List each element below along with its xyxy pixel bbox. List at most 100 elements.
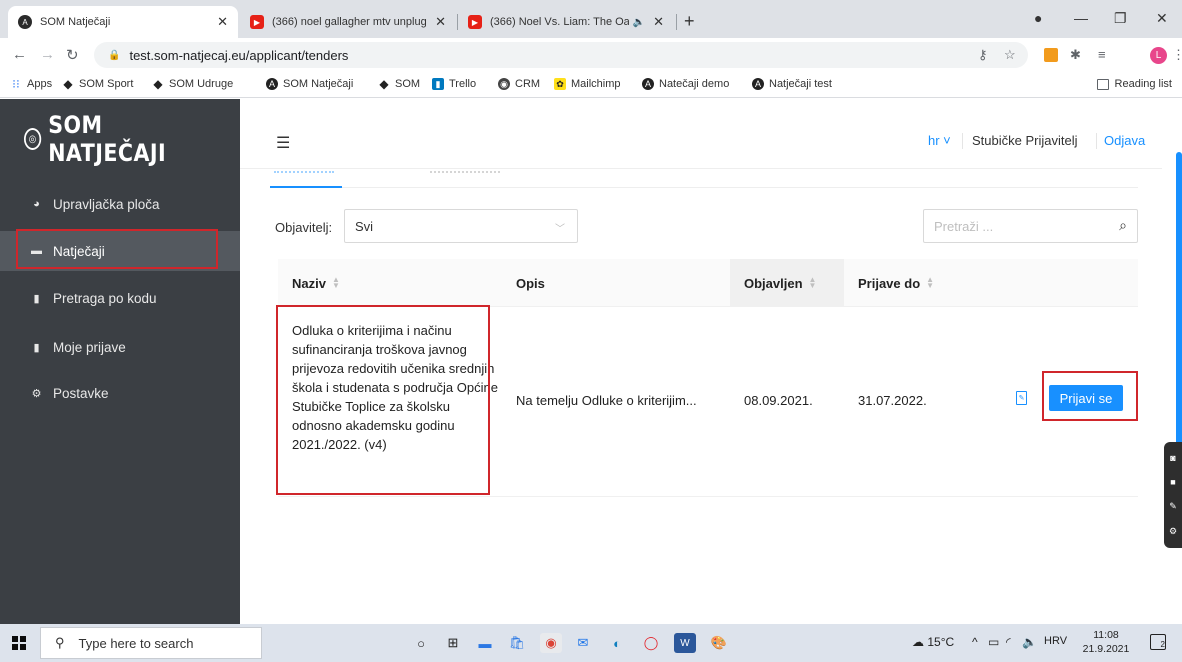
bookmark-natjecaji-test[interactable]: A Natječaji test	[752, 78, 832, 90]
bookmark-som[interactable]: ◆ SOM	[378, 77, 420, 91]
column-header-naziv[interactable]: Naziv ▲ ▼	[292, 259, 340, 307]
browser-tab-youtube-2[interactable]: ▶ (366) Noel Vs. Liam: The Oasi 🔈 ✕	[458, 6, 674, 38]
file-icon: ▮	[33, 341, 40, 354]
store-icon[interactable]: 🛍	[506, 633, 528, 653]
windows-taskbar: ⚲ Type here to search ○ ⊞ ▬ 🛍 ◉ ✉ ◐ ◯ W …	[0, 624, 1182, 662]
tab-active-cropped[interactable]	[274, 171, 334, 174]
new-tab-icon[interactable]: +	[684, 11, 695, 32]
word-icon[interactable]: W	[674, 633, 696, 653]
column-header-prijave-do[interactable]: Prijave do ▲ ▼	[858, 259, 934, 307]
browser-tab-som-natjecaji[interactable]: A SOM Natječaji ✕	[8, 6, 238, 38]
url-field[interactable]: 🔒 test.som-natjecaj.eu/applicant/tenders	[94, 42, 1028, 68]
task-view-icon[interactable]: ⊞	[442, 633, 464, 653]
minimize-icon[interactable]: —	[1074, 10, 1088, 26]
taskbar-search-input[interactable]: ⚲ Type here to search	[40, 627, 262, 659]
tab-inactive-cropped[interactable]	[430, 171, 500, 174]
forward-icon[interactable]: →	[40, 46, 55, 63]
tab-title: (366) noel gallagher mtv unplugg	[272, 16, 428, 28]
edge-icon[interactable]: ◐	[606, 633, 628, 653]
clock-date: 21.9.2021	[1082, 643, 1130, 655]
bookmark-crm[interactable]: ◉ CRM	[498, 78, 540, 90]
sort-icon[interactable]: ▲ ▼	[809, 276, 817, 290]
screenshot-toolbar[interactable]: ◙ ■ ✎ ⚙	[1164, 442, 1182, 548]
opera-icon[interactable]: ◯	[640, 633, 662, 653]
address-bar: ← → ↻ 🔒 test.som-natjecaj.eu/applicant/t…	[0, 38, 1182, 72]
logout-link[interactable]: Odjava	[1104, 133, 1145, 148]
sidebar-item-settings[interactable]: ⚙ Postavke	[0, 373, 240, 413]
notification-icon[interactable]: 2	[1150, 634, 1166, 650]
column-label: Objavljen	[744, 275, 803, 291]
close-icon[interactable]: ✕	[435, 14, 446, 30]
tray-chevron-icon[interactable]: ^	[972, 635, 978, 649]
language-select[interactable]: hr ˅	[928, 133, 951, 148]
app-sidebar: ◎ SOM NATJEČAJI ◕ Upravljačka ploča ▬ Na…	[0, 99, 240, 624]
angular-icon: A	[752, 78, 764, 90]
search-icon[interactable]: ⌕	[1119, 217, 1127, 234]
restore-icon[interactable]: ❐	[1114, 10, 1127, 27]
mail-icon[interactable]: ✉	[572, 633, 594, 653]
crm-icon: ◉	[498, 78, 510, 90]
publisher-label: Objavitelj:	[275, 220, 333, 235]
divider	[962, 133, 963, 149]
paint-icon[interactable]: 🎨	[708, 633, 730, 653]
publisher-select[interactable]: Svi ﹀	[344, 209, 578, 243]
sort-icon[interactable]: ▲ ▼	[332, 276, 340, 290]
bookmark-som-natjecaji[interactable]: A SOM Natječaji	[266, 78, 353, 90]
search-input[interactable]: Pretraži ... ⌕	[923, 209, 1138, 243]
column-header-objavljen[interactable]: Objavljen ▲ ▼	[730, 259, 844, 307]
youtube-icon: ▶	[250, 15, 264, 29]
close-icon[interactable]: ✕	[653, 14, 664, 30]
wifi-icon[interactable]: ◜	[1006, 635, 1011, 649]
sidebar-item-code-search[interactable]: ▮ Pretraga po kodu	[0, 278, 240, 318]
media-queue-icon[interactable]: ≡	[1098, 47, 1106, 62]
cell-prijave-do: 31.07.2022.	[858, 393, 927, 408]
browser-tab-youtube-1[interactable]: ▶ (366) noel gallagher mtv unplugg ✕	[240, 6, 456, 38]
bookmark-som-sport[interactable]: ◆ SOM Sport	[62, 77, 133, 91]
column-label: Opis	[516, 275, 545, 291]
puzzle-icon[interactable]: ✱	[1070, 47, 1081, 63]
url-text: test.som-natjecaj.eu/applicant/tenders	[129, 47, 349, 63]
key-icon[interactable]: ⚷	[978, 47, 988, 63]
file-explorer-icon[interactable]: ▬	[474, 633, 496, 653]
pdf-icon[interactable]: ✎	[1016, 391, 1027, 405]
menu-dots-icon[interactable]: ⋮	[1172, 47, 1182, 63]
cortana-icon[interactable]: ○	[410, 633, 432, 653]
bookmark-trello[interactable]: ▮ Trello	[432, 78, 476, 90]
speaker-icon[interactable]: 🔈	[633, 17, 645, 28]
tab-ink-bar	[270, 186, 342, 188]
camera-icon[interactable]: ◙	[1170, 453, 1175, 463]
gear-icon[interactable]: ⚙	[1169, 526, 1177, 537]
weather-widget[interactable]: ☁ 15°C	[912, 635, 954, 649]
reload-icon[interactable]: ↻	[66, 46, 79, 64]
record-icon[interactable]: ●	[1034, 10, 1042, 26]
bookmark-natecaji-demo[interactable]: A Natečaji demo	[642, 78, 729, 90]
volume-icon[interactable]: 🔈	[1022, 635, 1037, 649]
angular-icon: A	[266, 78, 278, 90]
battery-icon[interactable]: ▭	[988, 635, 999, 649]
sidebar-item-my-applications[interactable]: ▮ Moje prijave	[0, 327, 240, 367]
menu-fold-icon[interactable]: ☰	[276, 133, 290, 153]
chrome-icon[interactable]: ◉	[540, 633, 562, 653]
bookmark-label: Natečaji demo	[659, 78, 730, 90]
video-icon[interactable]: ■	[1170, 477, 1175, 487]
sort-icon[interactable]: ▲ ▼	[926, 276, 934, 290]
bookmark-label: SOM Natječaji	[283, 78, 354, 90]
app-logo[interactable]: ◎ SOM NATJEČAJI	[24, 111, 210, 167]
reading-list[interactable]: Reading list	[1096, 78, 1172, 90]
avatar[interactable]: L	[1150, 47, 1167, 64]
bookmark-som-udruge[interactable]: ◆ SOM Udruge	[152, 77, 233, 91]
close-icon[interactable]: ✕	[217, 14, 228, 30]
system-clock[interactable]: 11:08 21.9.2021	[1082, 628, 1130, 656]
tab-title: SOM Natječaji	[40, 16, 111, 28]
star-icon[interactable]: ☆	[1004, 47, 1016, 63]
bookmark-apps[interactable]: ⁝⁝ Apps	[10, 77, 52, 91]
sidebar-item-dashboard[interactable]: ◕ Upravljačka ploča	[0, 184, 240, 224]
back-icon[interactable]: ←	[12, 46, 27, 63]
extension-icon[interactable]	[1044, 48, 1058, 62]
windows-start-icon[interactable]	[12, 636, 26, 650]
input-language[interactable]: HRV	[1044, 635, 1067, 647]
bookmarks-bar: ⁝⁝ Apps ◆ SOM Sport ◆ SOM Udruge A SOM N…	[0, 72, 1182, 98]
edit-icon[interactable]: ✎	[1169, 501, 1177, 512]
bookmark-mailchimp[interactable]: ✿ Mailchimp	[554, 78, 621, 90]
window-close-icon[interactable]: ✕	[1156, 10, 1168, 27]
